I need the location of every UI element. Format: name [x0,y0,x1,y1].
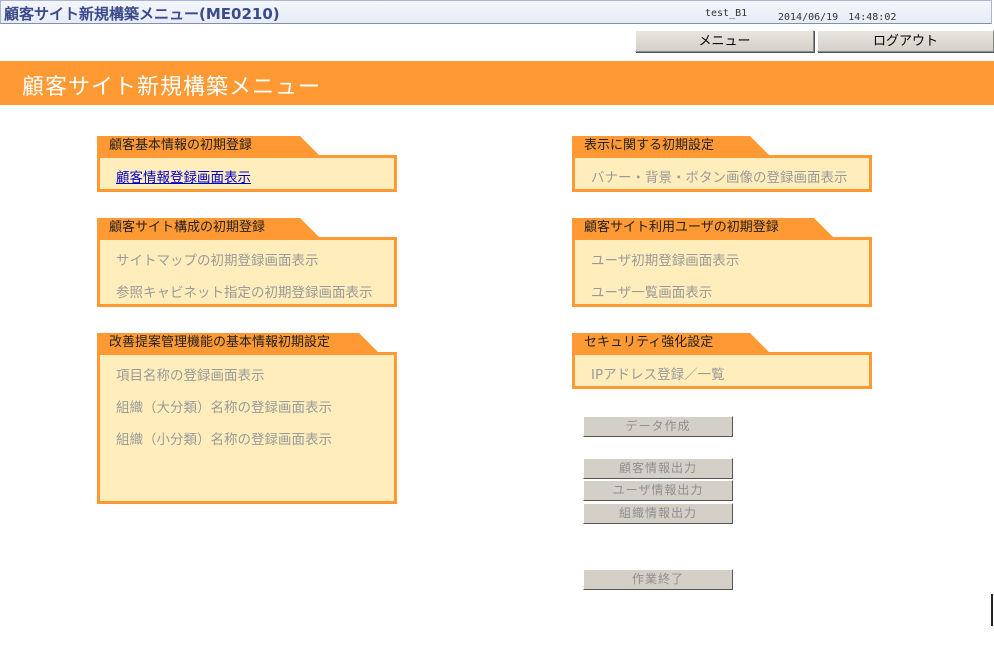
banner-image-register-item: バナー・背景・ボタン画像の登録画面表示 [591,170,848,186]
sitemap-register-item: サイトマップの初期登録画面表示 [116,253,319,269]
window-edge-line [991,594,993,626]
finish-work-button[interactable]: 作業終了 [583,569,733,590]
export-user-button[interactable]: ユーザ情報出力 [583,480,733,501]
cabinet-register-item: 参照キャビネット指定の初期登録画面表示 [116,285,373,301]
user-id: test_B1 [705,8,748,19]
customer-info-register-link[interactable]: 顧客情報登録画面表示 [116,166,251,186]
ip-address-item: IPアドレス登録／一覧 [591,367,725,383]
section-header-security: セキュリティ強化設定 [572,333,769,352]
create-data-button[interactable]: データ作成 [583,416,733,437]
section-header-site-structure: 顧客サイト構成の初期登録 [97,218,319,237]
user-register-item: ユーザ初期登録画面表示 [591,253,740,269]
section-panel-display: バナー・背景・ボタン画像の登録画面表示 [572,155,872,192]
logout-button[interactable]: ログアウト [817,30,994,52]
section-panel-site-structure: サイトマップの初期登録画面表示 参照キャビネット指定の初期登録画面表示 [97,237,397,307]
item-name-register-item: 項目名称の登録画面表示 [116,368,265,384]
section-header-display: 表示に関する初期設定 [572,136,769,155]
export-customer-button[interactable]: 顧客情報出力 [583,458,733,479]
section-panel-site-users: ユーザ初期登録画面表示 ユーザ一覧画面表示 [572,237,872,307]
page-banner: 顧客サイト新規構築メニュー [0,61,994,105]
section-panel-security: IPアドレス登録／一覧 [572,352,872,389]
datetime: 2014/06/19 14:48:02 [778,12,897,23]
section-panel-customer-basic: 顧客情報登録画面表示 [97,155,397,192]
menu-button[interactable]: メニュー [635,30,814,52]
org-major-register-item: 組織（大分類）名称の登録画面表示 [116,400,332,416]
export-org-button[interactable]: 組織情報出力 [583,503,733,524]
page-title: 顧客サイト新規構築メニュー [22,75,322,100]
window-title: 顧客サイト新規構築メニュー(ME0210) [4,5,280,23]
section-panel-improvement: 項目名称の登録画面表示 組織（大分類）名称の登録画面表示 組織（小分類）名称の登… [97,352,397,504]
section-header-customer-basic: 顧客基本情報の初期登録 [97,136,319,155]
section-header-site-users: 顧客サイト利用ユーザの初期登録 [572,218,833,237]
org-minor-register-item: 組織（小分類）名称の登録画面表示 [116,432,332,448]
section-header-improvement: 改善提案管理機能の基本情報初期設定 [97,333,378,352]
user-list-item: ユーザ一覧画面表示 [591,285,713,301]
window-titlebar: 顧客サイト新規構築メニュー(ME0210) test_B1 2014/06/19… [0,0,992,24]
